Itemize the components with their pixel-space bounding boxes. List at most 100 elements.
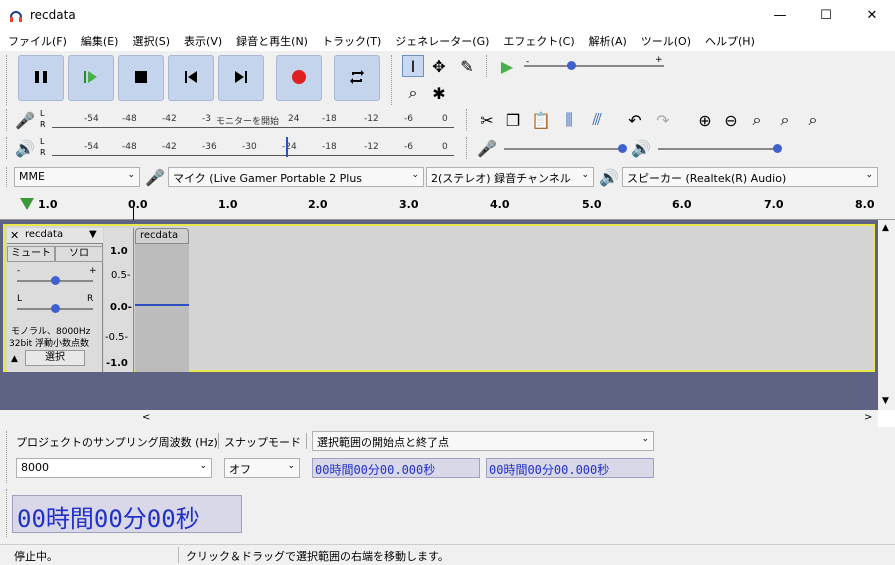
cut-icon[interactable]: ✂ xyxy=(476,109,498,131)
menu-transport[interactable]: 録音と再生(N) xyxy=(236,33,308,49)
toolbar-grip[interactable] xyxy=(6,109,14,131)
menu-help[interactable]: ヘルプ(H) xyxy=(705,33,755,49)
scroll-right-icon[interactable]: > xyxy=(864,412,872,423)
maximize-button[interactable]: ☐ xyxy=(803,0,849,31)
tracks-area[interactable]: ✕ recdata ▼ ミュート ソロ - + L R モノラル、8000Hz … xyxy=(0,220,878,410)
record-meter-tick: -42 xyxy=(162,114,177,124)
record-volume-thumb[interactable] xyxy=(618,144,627,153)
fit-selection-icon[interactable]: ⌕ xyxy=(746,109,768,131)
menu-edit[interactable]: 編集(E) xyxy=(81,33,119,49)
track-select-button[interactable]: 選択 xyxy=(25,350,85,366)
playback-device-select[interactable]: スピーカー (Realtek(R) Audio) ⌄ xyxy=(622,167,878,187)
envelope-tool-icon[interactable]: ✥ xyxy=(428,55,450,77)
play-head-triangle-icon[interactable] xyxy=(20,198,34,210)
audio-position-value: 00時間00分00秒 xyxy=(17,505,200,533)
audio-host-select[interactable]: MME ⌄ xyxy=(14,167,140,187)
toolbar-grip[interactable] xyxy=(6,167,14,187)
playback-volume-slider[interactable] xyxy=(658,148,780,150)
copy-icon[interactable]: ❐ xyxy=(502,109,524,131)
record-meter-tick: 0 xyxy=(442,114,448,124)
fit-project-icon[interactable]: ⌕ xyxy=(774,109,796,131)
vertical-scale[interactable]: 1.0 0.5- 0.0- -0.5- -1.0 xyxy=(104,228,134,372)
horizontal-scrollbar[interactable]: < > xyxy=(0,410,878,427)
pause-button[interactable] xyxy=(18,55,64,101)
separator xyxy=(178,547,179,563)
minimize-button[interactable]: — xyxy=(757,0,803,31)
audio-track[interactable]: ✕ recdata ▼ ミュート ソロ - + L R モノラル、8000Hz … xyxy=(3,224,875,372)
zoom-tool-icon[interactable]: ⌕ xyxy=(402,82,424,104)
track-name[interactable]: recdata xyxy=(25,229,63,240)
audio-clip[interactable]: recdata xyxy=(135,228,189,372)
menu-file[interactable]: ファイル(F) xyxy=(8,33,67,49)
trim-audio-icon[interactable]: ⫼ xyxy=(558,109,580,131)
toolbar-grip[interactable] xyxy=(466,137,474,159)
vertical-scrollbar[interactable]: ▲ ▼ xyxy=(878,220,895,410)
recording-channels-select[interactable]: 2(ステレオ) 録音チャンネル ⌄ xyxy=(426,167,594,187)
toolbar-grip[interactable] xyxy=(6,431,14,483)
recording-device-select[interactable]: マイク (Live Gamer Portable 2 Plus ⌄ xyxy=(168,167,424,187)
toolbar-grip[interactable] xyxy=(486,55,494,77)
undo-icon[interactable]: ↶ xyxy=(624,109,646,131)
zoom-out-icon[interactable]: ⊖ xyxy=(720,109,742,131)
multi-tool-icon[interactable]: ✱ xyxy=(428,82,450,104)
clip-header[interactable]: recdata xyxy=(135,228,189,244)
menu-select[interactable]: 選択(S) xyxy=(132,33,170,49)
ruler-tick-label: 2.0 xyxy=(308,198,328,211)
selection-end-time[interactable]: 00時間00分00.000秒 xyxy=(486,458,654,478)
record-button[interactable] xyxy=(276,55,322,101)
silence-audio-icon[interactable]: ⫻ xyxy=(586,109,608,131)
speed-slider[interactable] xyxy=(524,65,664,67)
zoom-toggle-icon[interactable]: ⌕ xyxy=(802,109,824,131)
snap-mode-select[interactable]: オフ ⌄ xyxy=(224,458,300,478)
close-button[interactable]: ✕ xyxy=(849,0,895,31)
ruler-tick-label: 3.0 xyxy=(399,198,419,211)
menu-view[interactable]: 表示(V) xyxy=(184,33,222,49)
speed-minus: - xyxy=(526,57,530,67)
start-monitoring-label[interactable]: モニターを開始 xyxy=(216,114,279,127)
audio-position-display[interactable]: 00時間00分00秒 xyxy=(12,495,242,533)
play-at-speed-icon[interactable]: ▶ xyxy=(496,55,518,77)
selection-mode-select[interactable]: 選択範囲の開始点と終了点 ⌄ xyxy=(312,431,654,451)
timeline-ruler[interactable]: 1.0 0.0 1.0 2.0 3.0 4.0 5.0 6.0 7.0 8.0 xyxy=(0,192,895,220)
speed-slider-thumb[interactable] xyxy=(567,61,576,70)
menu-tools[interactable]: ツール(O) xyxy=(641,33,691,49)
menu-analyze[interactable]: 解析(A) xyxy=(589,33,627,49)
menu-tracks[interactable]: トラック(T) xyxy=(322,33,381,49)
skip-start-button[interactable] xyxy=(168,55,214,101)
menu-effect[interactable]: エフェクト(C) xyxy=(503,33,574,49)
zoom-in-icon[interactable]: ⊕ xyxy=(694,109,716,131)
record-meter[interactable]: -54 -48 -42 -3 モニターを開始 24 -18 -12 -6 0 xyxy=(52,113,454,128)
project-rate-input[interactable]: 8000 ⌄ xyxy=(16,458,212,478)
menu-generate[interactable]: ジェネレーター(G) xyxy=(395,33,489,49)
mute-button[interactable]: ミュート xyxy=(7,246,55,262)
gain-slider-thumb[interactable] xyxy=(51,276,60,285)
solo-button[interactable]: ソロ xyxy=(55,246,103,262)
speed-plus: + xyxy=(655,55,663,65)
scroll-left-icon[interactable]: < xyxy=(142,412,150,423)
selection-start-time[interactable]: 00時間00分00.000秒 xyxy=(312,458,480,478)
loop-icon xyxy=(349,69,365,88)
skip-end-button[interactable] xyxy=(218,55,264,101)
track-control-panel: ✕ recdata ▼ ミュート ソロ - + L R モノラル、8000Hz … xyxy=(7,228,103,372)
playback-volume-thumb[interactable] xyxy=(773,144,782,153)
play-button[interactable] xyxy=(68,55,114,101)
toolbar-grip[interactable] xyxy=(391,55,399,105)
selection-tool-icon[interactable]: I xyxy=(402,55,424,77)
paste-icon[interactable]: 📋 xyxy=(530,109,552,131)
track-collapse-icon[interactable]: ▲ xyxy=(11,354,18,364)
redo-icon[interactable]: ↷ xyxy=(652,109,674,131)
stop-button[interactable] xyxy=(118,55,164,101)
record-volume-slider[interactable] xyxy=(504,148,624,150)
loop-button[interactable] xyxy=(334,55,380,101)
pan-slider-thumb[interactable] xyxy=(51,304,60,313)
toolbar-grip[interactable] xyxy=(6,137,14,159)
scroll-down-icon[interactable]: ▼ xyxy=(882,396,889,406)
playback-meter[interactable]: -54 -48 -42 -36 -30 -24 -18 -12 -6 0 xyxy=(52,137,454,157)
track-close-icon[interactable]: ✕ xyxy=(10,229,19,242)
chevron-down-icon: ⌄ xyxy=(199,461,207,471)
scroll-up-icon[interactable]: ▲ xyxy=(882,223,889,233)
draw-tool-icon[interactable]: ✎ xyxy=(456,55,478,77)
toolbar-grip[interactable] xyxy=(6,55,14,105)
toolbar-grip[interactable] xyxy=(466,109,474,131)
track-menu-arrow-icon[interactable]: ▼ xyxy=(89,229,97,240)
